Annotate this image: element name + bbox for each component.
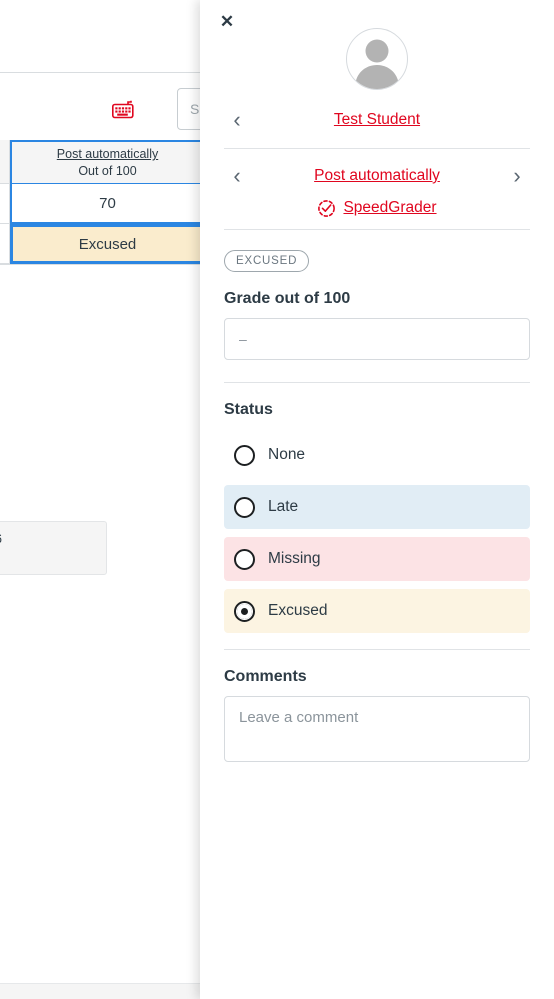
status-badge: EXCUSED [224, 250, 310, 272]
status-option-none[interactable]: None [224, 433, 530, 477]
avatar-container [224, 0, 530, 90]
gradebook-toolbar [0, 0, 205, 73]
tray-content: ✕ ‹ Test Student › ‹ Post automatically [200, 0, 554, 767]
radio-icon-missing[interactable] [234, 548, 255, 570]
status-section-title: Status [224, 401, 273, 418]
status-radio-group: None Late Missing Excused [224, 433, 530, 633]
gradebook-background: Se Post automatically Out of 100 70 Excu… [0, 0, 205, 999]
status-option-excused[interactable]: Excused [224, 589, 530, 633]
divider-assignment [224, 229, 530, 230]
meeting-link-tooltip: .us/j/693014506 PM [0, 521, 107, 575]
assignment-navigation: ‹ Post automatically › [224, 155, 530, 197]
divider-grade [224, 382, 530, 383]
grade-detail-tray: ✕ ‹ Test Student › ‹ Post automatically [200, 0, 554, 999]
avatar [346, 28, 408, 90]
gradebook-row-stub [0, 224, 10, 264]
speedgrader-row: SpeedGrader [224, 195, 530, 221]
status-option-late[interactable]: Late [224, 485, 530, 529]
radio-icon-late[interactable] [234, 496, 255, 518]
divider-student [224, 148, 530, 149]
tooltip-line-1: .us/j/693014506 [0, 530, 96, 548]
radio-icon-excused[interactable] [234, 600, 255, 622]
keyboard-shortcuts-icon[interactable] [112, 100, 136, 119]
status-option-missing[interactable]: Missing [224, 537, 530, 581]
grade-input[interactable] [224, 318, 530, 360]
radio-icon-none[interactable] [234, 444, 255, 466]
divider-status [224, 649, 530, 650]
comments-section-title: Comments [224, 668, 307, 685]
tooltip-line-2: PM [0, 548, 96, 566]
gradebook-row-stub [0, 184, 10, 224]
speedgrader-link[interactable]: SpeedGrader [343, 199, 436, 217]
close-icon[interactable]: ✕ [214, 8, 240, 34]
status-label-none: None [268, 446, 306, 463]
assignment-name-link[interactable]: Post automatically [250, 167, 504, 185]
speedgrader-icon [317, 199, 336, 218]
screen: Se Post automatically Out of 100 70 Excu… [0, 0, 554, 999]
points-possible-label: Out of 100 [78, 163, 137, 178]
status-label-missing: Missing [268, 550, 321, 567]
gradebook-header-row: Post automatically Out of 100 [0, 140, 205, 184]
grade-cell-excused[interactable]: Excused [10, 224, 205, 264]
student-name-link[interactable]: Test Student [250, 111, 504, 129]
student-navigation: ‹ Test Student › [224, 100, 530, 140]
gradebook-row-stub [0, 140, 10, 184]
gradebook-column-header[interactable]: Post automatically Out of 100 [10, 140, 205, 184]
grade-cell[interactable]: 70 [10, 184, 205, 224]
gradebook-grid-bottom-line [0, 264, 205, 265]
page-footer-bar [0, 983, 205, 999]
previous-student-button[interactable]: ‹ [224, 105, 250, 135]
status-label-late: Late [268, 498, 299, 515]
next-assignment-button[interactable]: › [504, 161, 530, 191]
status-label-excused: Excused [268, 602, 328, 619]
comment-textarea[interactable] [224, 696, 530, 762]
gradebook-grid: Post automatically Out of 100 70 Excused [0, 140, 205, 264]
table-row[interactable]: 70 [0, 184, 205, 224]
grade-section-title: Grade out of 100 [224, 290, 351, 307]
table-row[interactable]: Excused [0, 224, 205, 264]
post-policy-link[interactable]: Post automatically [57, 146, 158, 162]
previous-assignment-button[interactable]: ‹ [224, 161, 250, 191]
